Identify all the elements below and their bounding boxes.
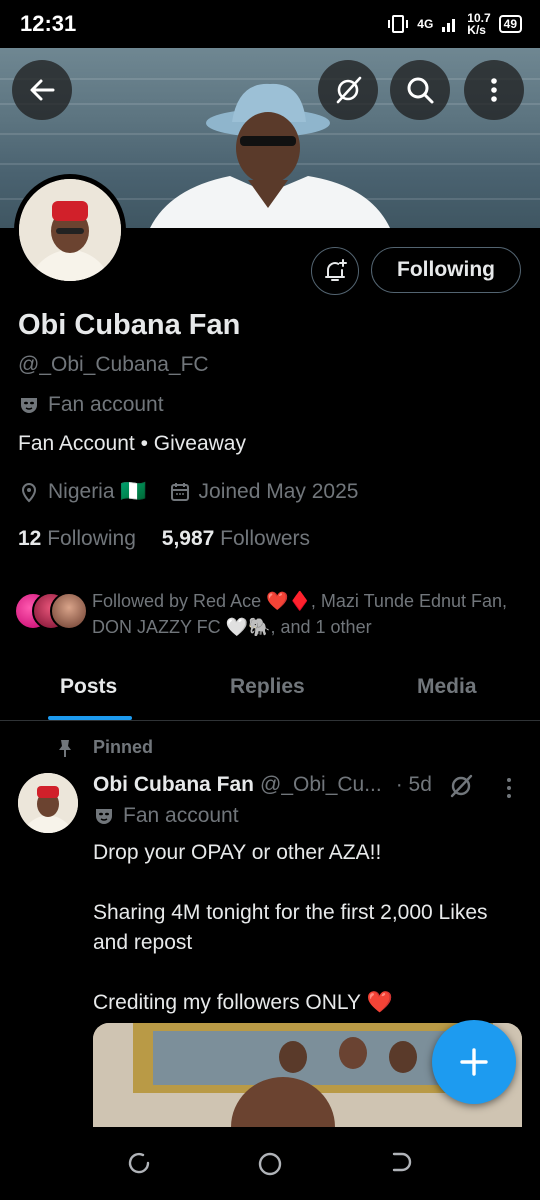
back-arrow-icon [30, 79, 55, 101]
post-line: Sharing 4M tonight for the first 2,000 L… [93, 901, 488, 954]
post-author-name[interactable]: Obi Cubana Fan [93, 773, 254, 797]
pin-icon [59, 739, 71, 757]
more-vertical-icon [491, 78, 497, 102]
vibrate-icon [388, 15, 409, 33]
follower-avatar [50, 592, 88, 630]
profile-name: Obi Cubana Fan [18, 309, 241, 341]
notify-button[interactable] [311, 247, 359, 295]
grok-icon[interactable] [448, 773, 474, 799]
back-button[interactable] [12, 60, 72, 120]
grok-button[interactable] [318, 60, 378, 120]
avatar-photo [19, 179, 121, 281]
back-nav-icon[interactable] [388, 1150, 414, 1176]
profile-bio: Fan Account • Giveaway [18, 432, 246, 455]
search-button[interactable] [390, 60, 450, 120]
followers-count-link[interactable]: 5,987 Followers [162, 527, 310, 550]
post-line: Crediting my followers ONLY ❤️ [93, 991, 393, 1014]
post-author-handle[interactable]: @_Obi_Cu... [260, 773, 382, 797]
tabs-divider [0, 720, 540, 721]
profile-handle: @_Obi_Cubana_FC [18, 353, 209, 376]
tab-posts[interactable]: Posts [60, 675, 117, 699]
more-options-button[interactable] [464, 60, 524, 120]
profile-counts: 12 Following 5,987 Followers [18, 527, 310, 551]
signal-icon [442, 19, 456, 32]
post-more-icon[interactable] [498, 776, 520, 800]
search-icon [407, 77, 434, 104]
pinned-label: Pinned [55, 737, 153, 758]
status-icons: 4G 10.7 K/s 49 [387, 12, 522, 36]
plus-icon [460, 1048, 488, 1076]
tab-media[interactable]: Media [417, 675, 477, 699]
net-speed: 10.7 K/s [467, 11, 491, 37]
followed-by-text[interactable]: Followed by Red Ace ❤️♦️, Mazi Tunde Edn… [92, 588, 522, 640]
profile-category: Fan account [18, 393, 164, 417]
location-icon [21, 483, 37, 503]
following-count-link[interactable]: 12 Following [18, 527, 136, 550]
post-time: · 5d [395, 773, 432, 796]
grok-icon [336, 76, 362, 104]
profile-meta: Nigeria 🇳🇬 Joined May 2025 [18, 480, 358, 504]
compose-button[interactable] [432, 1020, 516, 1104]
calendar-icon [170, 483, 189, 501]
network-label: 4G [417, 17, 434, 31]
battery-indicator: 49 [498, 15, 522, 33]
profile-location: Nigeria 🇳🇬 [48, 480, 147, 503]
post-body[interactable]: Drop your OPAY or other AZA!! Sharing 4M… [93, 838, 523, 1018]
status-time: 12:31 [20, 11, 77, 36]
followed-by-avatars[interactable] [14, 592, 88, 630]
bell-plus-icon [325, 259, 347, 281]
system-nav-bar [0, 1128, 540, 1200]
profile-category-label: Fan account [48, 393, 164, 416]
post-line: Drop your OPAY or other AZA!! [93, 841, 382, 864]
post-avatar-photo [18, 773, 78, 833]
post-header: Obi Cubana Fan @_Obi_Cu... · 5d [93, 773, 432, 797]
mask-icon [21, 398, 37, 413]
mask-icon [96, 809, 112, 824]
recent-apps-icon[interactable] [126, 1150, 152, 1176]
tab-replies[interactable]: Replies [230, 675, 305, 699]
home-icon[interactable] [256, 1150, 284, 1178]
following-button[interactable]: Following [371, 247, 521, 293]
profile-joined: Joined May 2025 [198, 480, 359, 503]
profile-avatar[interactable] [14, 174, 126, 286]
post-author-category: Fan account [93, 804, 239, 828]
status-bar: 12:31 4G 10.7 K/s 49 [0, 0, 540, 48]
post-author-avatar[interactable] [18, 773, 78, 833]
